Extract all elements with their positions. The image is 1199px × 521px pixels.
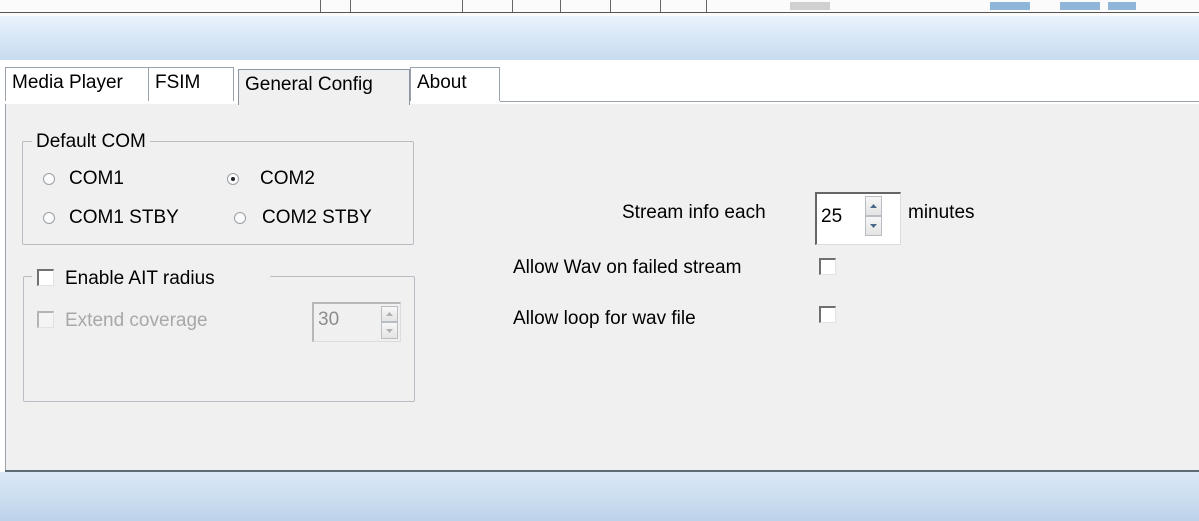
extend-coverage-value: 30 bbox=[318, 309, 340, 330]
chevron-up-icon bbox=[870, 204, 877, 208]
com1-radio[interactable] bbox=[43, 173, 55, 185]
top-toolbar-strip bbox=[0, 0, 1199, 16]
window-header-bar bbox=[0, 16, 1199, 60]
extend-coverage-spinbox: 30 bbox=[312, 302, 401, 342]
allow-wav-label[interactable]: Allow Wav on failed stream bbox=[513, 257, 741, 279]
toolbar-icon bbox=[790, 2, 830, 10]
com1-stby-label[interactable]: COM1 STBY bbox=[69, 207, 179, 229]
minutes-label: minutes bbox=[908, 202, 975, 223]
allow-loop-label[interactable]: Allow loop for wav file bbox=[513, 308, 696, 330]
toolbar-separator bbox=[350, 0, 351, 12]
tab-media-player[interactable]: Media Player bbox=[5, 67, 149, 101]
chevron-up-icon bbox=[386, 312, 393, 316]
tab-label: Media Player bbox=[12, 72, 123, 93]
toolbar-separator bbox=[706, 0, 707, 12]
chevron-down-icon bbox=[386, 329, 393, 333]
tab-label: General Config bbox=[245, 74, 373, 95]
default-com-legend: Default COM bbox=[32, 131, 150, 153]
extend-coverage-label: Extend coverage bbox=[65, 310, 208, 331]
general-config-panel: Default COM COM1 COM2 COM1 STBY COM2 STB… bbox=[5, 104, 1199, 470]
allow-loop-checkbox[interactable] bbox=[819, 306, 836, 323]
tab-baseline bbox=[500, 101, 1199, 102]
stream-info-down-button[interactable] bbox=[865, 216, 882, 236]
tab-label: FSIM bbox=[155, 72, 201, 93]
toolbar-baseline bbox=[0, 12, 1199, 13]
window-footer-bar bbox=[0, 472, 1199, 521]
tab-about[interactable]: About bbox=[410, 67, 500, 101]
toolbar-separator bbox=[610, 0, 611, 12]
toolbar-icon bbox=[1108, 2, 1136, 10]
spin-up-button bbox=[381, 306, 398, 322]
com1-stby-radio[interactable] bbox=[43, 212, 55, 224]
toolbar-separator bbox=[462, 0, 463, 12]
toolbar-icon bbox=[1060, 2, 1100, 10]
chevron-down-icon bbox=[870, 224, 877, 228]
com2-stby-radio[interactable] bbox=[234, 212, 246, 224]
stream-info-up-button[interactable] bbox=[865, 196, 882, 216]
spin-down-button bbox=[381, 322, 398, 339]
toolbar-separator bbox=[320, 0, 321, 12]
com1-label[interactable]: COM1 bbox=[69, 168, 124, 190]
stream-info-label: Stream info each bbox=[622, 202, 766, 223]
toolbar-separator bbox=[512, 0, 513, 12]
extend-coverage-checkbox bbox=[37, 311, 54, 328]
stream-info-spinbox[interactable]: 25 bbox=[815, 192, 901, 245]
enable-ait-radius-label[interactable]: Enable AIT radius bbox=[65, 268, 215, 290]
com2-label[interactable]: COM2 bbox=[260, 168, 315, 190]
tab-general-config[interactable]: General Config bbox=[238, 69, 410, 105]
allow-wav-checkbox[interactable] bbox=[819, 258, 836, 275]
com2-radio[interactable] bbox=[227, 173, 239, 185]
com2-stby-label[interactable]: COM2 STBY bbox=[262, 207, 372, 229]
toolbar-separator bbox=[560, 0, 561, 12]
default-com-group bbox=[22, 141, 414, 245]
tab-label: About bbox=[417, 72, 467, 93]
tab-fsim[interactable]: FSIM bbox=[148, 67, 234, 101]
stream-info-value[interactable]: 25 bbox=[821, 206, 842, 228]
enable-ait-radius-checkbox[interactable] bbox=[37, 269, 54, 286]
toolbar-separator bbox=[660, 0, 661, 12]
toolbar-icon bbox=[990, 2, 1030, 10]
